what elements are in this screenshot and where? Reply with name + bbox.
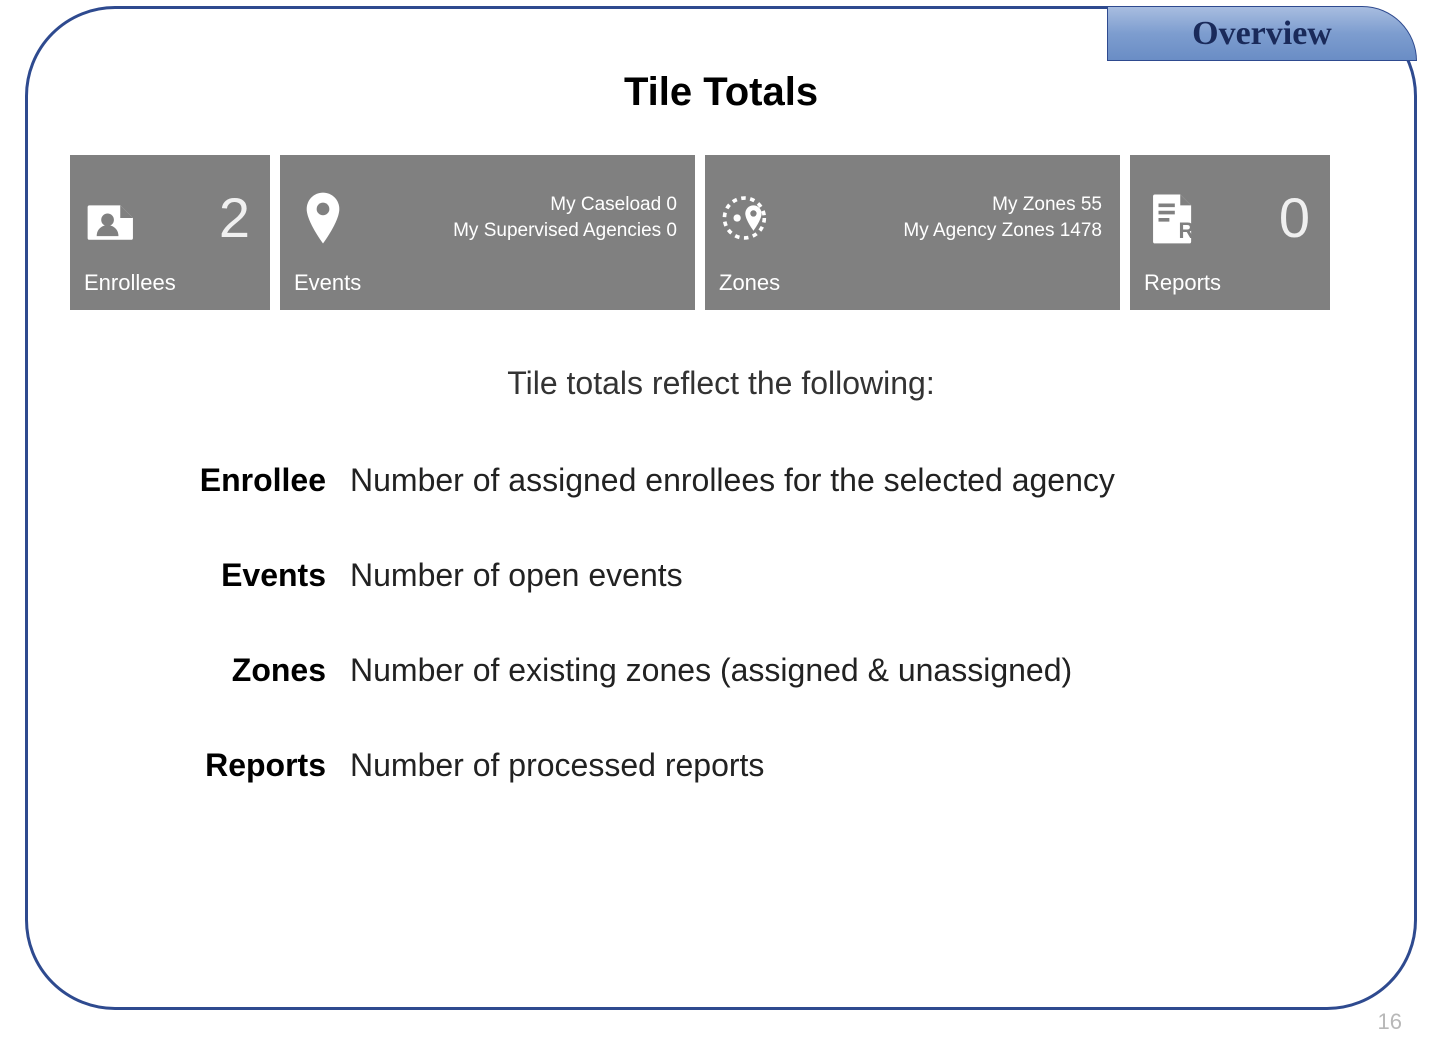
events-line-1: My Caseload 0	[453, 192, 677, 218]
definitions: Enrollee Number of assigned enrollees fo…	[170, 462, 1312, 784]
def-desc: Number of open events	[350, 557, 683, 594]
reports-icon: R	[1144, 189, 1202, 247]
tile-reports-top: R 0	[1130, 155, 1330, 270]
zones-line-2: My Agency Zones 1478	[903, 218, 1102, 244]
def-term: Events	[170, 557, 350, 594]
zones-line-1: My Zones 55	[903, 192, 1102, 218]
tile-events-top: My Caseload 0 My Supervised Agencies 0	[280, 155, 695, 270]
def-desc: Number of processed reports	[350, 747, 764, 784]
def-term: Zones	[170, 652, 350, 689]
svg-text:R: R	[1178, 217, 1194, 242]
def-term: Enrollee	[170, 462, 350, 499]
def-term: Reports	[170, 747, 350, 784]
def-row-reports: Reports Number of processed reports	[170, 747, 1312, 784]
zones-lines: My Zones 55 My Agency Zones 1478	[903, 192, 1106, 243]
tile-enrollees[interactable]: 2 Enrollees	[70, 155, 270, 310]
def-row-enrollee: Enrollee Number of assigned enrollees fo…	[170, 462, 1312, 499]
zones-icon	[719, 189, 777, 247]
def-row-events: Events Number of open events	[170, 557, 1312, 594]
enrollees-count: 2	[219, 185, 256, 250]
tile-enrollees-top: 2	[70, 155, 270, 270]
tile-events[interactable]: My Caseload 0 My Supervised Agencies 0 E…	[280, 155, 695, 310]
page-number: 16	[1378, 1009, 1402, 1035]
events-label: Events	[280, 270, 695, 310]
reports-label: Reports	[1130, 270, 1330, 310]
def-desc: Number of assigned enrollees for the sel…	[350, 462, 1115, 499]
explain-intro: Tile totals reflect the following:	[70, 365, 1372, 402]
events-lines: My Caseload 0 My Supervised Agencies 0	[453, 192, 681, 243]
tile-zones-top: My Zones 55 My Agency Zones 1478	[705, 155, 1120, 270]
overview-tab: Overview	[1107, 6, 1417, 61]
enrollees-label: Enrollees	[70, 270, 270, 310]
zones-label: Zones	[705, 270, 1120, 310]
reports-count: 0	[1279, 185, 1316, 250]
page-title: Tile Totals	[70, 70, 1372, 115]
events-line-2: My Supervised Agencies 0	[453, 218, 677, 244]
tile-zones[interactable]: My Zones 55 My Agency Zones 1478 Zones	[705, 155, 1120, 310]
events-pin-icon	[294, 189, 352, 247]
tile-reports[interactable]: R 0 Reports	[1130, 155, 1330, 310]
def-desc: Number of existing zones (assigned & una…	[350, 652, 1072, 689]
enrollees-icon	[84, 189, 142, 247]
def-row-zones: Zones Number of existing zones (assigned…	[170, 652, 1312, 689]
tiles-row: 2 Enrollees My Caseload 0 My Supervised …	[70, 155, 1372, 310]
slide-content: Tile Totals 2 Enrollees	[70, 70, 1372, 985]
overview-tab-label: Overview	[1192, 15, 1332, 53]
